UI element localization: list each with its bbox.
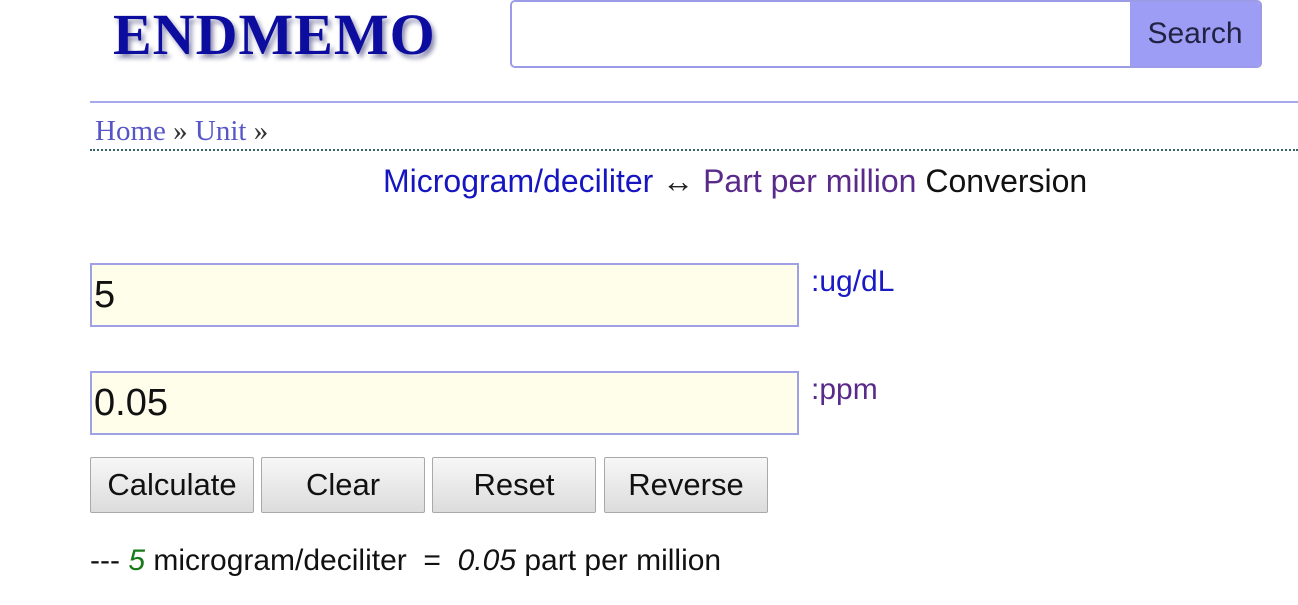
ppm-value-input[interactable] bbox=[90, 371, 799, 435]
result-equals: = bbox=[423, 544, 441, 577]
search-bar: Search bbox=[510, 0, 1262, 68]
header-divider bbox=[90, 101, 1298, 103]
result-prefix: --- bbox=[90, 544, 120, 577]
ppm-unit-label: :ppm bbox=[811, 373, 878, 406]
search-button[interactable]: Search bbox=[1130, 2, 1260, 66]
title-suffix: Conversion bbox=[925, 163, 1088, 199]
title-from-unit: Microgram/deciliter bbox=[383, 163, 654, 199]
breadcrumb-divider bbox=[90, 149, 1298, 151]
clear-button[interactable]: Clear bbox=[261, 457, 425, 513]
page-title: Microgram/deciliter ↔ Part per million C… bbox=[383, 160, 1087, 202]
breadcrumb-home-link[interactable]: Home bbox=[95, 115, 166, 147]
reset-button[interactable]: Reset bbox=[432, 457, 596, 513]
breadcrumb-unit-link[interactable]: Unit bbox=[195, 115, 247, 147]
result-input-value: 5 bbox=[128, 544, 146, 577]
title-to-unit: Part per million bbox=[703, 163, 917, 199]
search-input[interactable] bbox=[512, 2, 1130, 66]
breadcrumb: Home » Unit » bbox=[95, 112, 268, 150]
reverse-button[interactable]: Reverse bbox=[604, 457, 768, 513]
breadcrumb-separator: » bbox=[253, 115, 269, 147]
result-output-value: 0.05 bbox=[457, 544, 517, 577]
swap-arrow-icon: ↔ bbox=[662, 163, 695, 199]
breadcrumb-separator: » bbox=[173, 115, 188, 147]
conversion-result: --- 5 microgram/deciliter = 0.05 part pe… bbox=[90, 542, 721, 580]
calculate-button[interactable]: Calculate bbox=[90, 457, 254, 513]
ugdl-unit-label: :ug/dL bbox=[811, 265, 895, 298]
result-output-unit: part per million bbox=[524, 544, 722, 577]
ugdl-value-input[interactable] bbox=[90, 263, 799, 327]
site-logo[interactable]: ENDMEMO bbox=[113, 2, 436, 68]
result-input-unit: microgram/deciliter bbox=[153, 544, 407, 577]
